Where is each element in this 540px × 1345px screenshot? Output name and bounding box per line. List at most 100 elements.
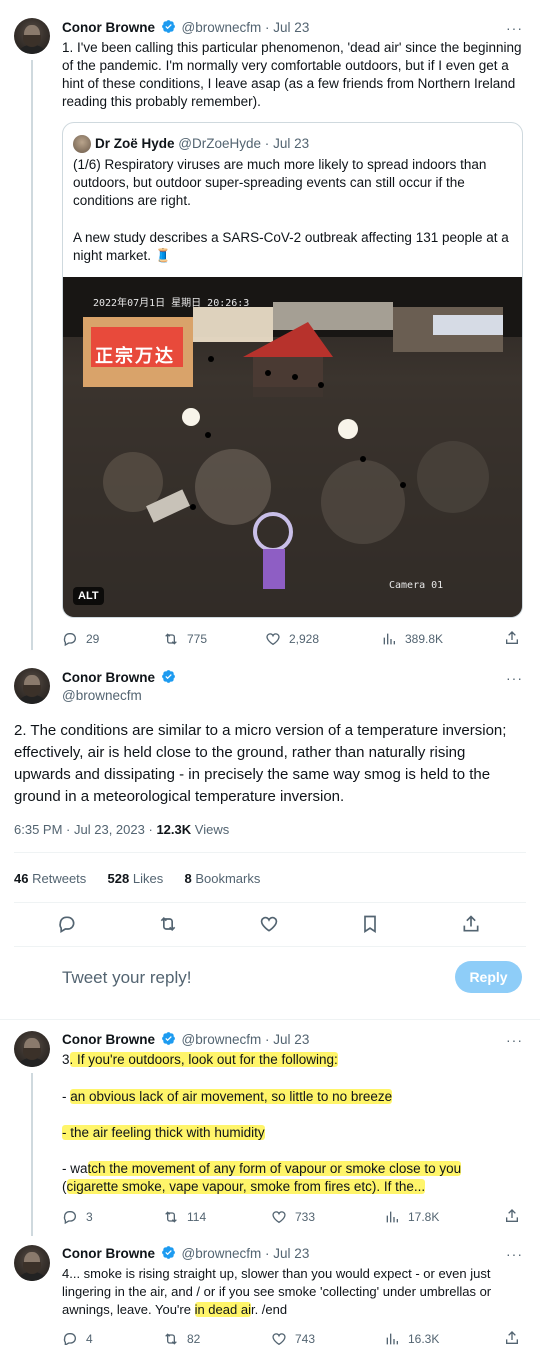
share-action[interactable] bbox=[504, 630, 528, 646]
reply-count: 4 bbox=[86, 1332, 93, 1345]
tweet-header: Conor Browne @brownecfm · Jul 23 bbox=[62, 1245, 309, 1263]
share-action[interactable] bbox=[504, 1208, 528, 1224]
like-action[interactable]: 733 bbox=[271, 1208, 315, 1226]
author-name[interactable]: Conor Browne bbox=[62, 20, 155, 35]
author-name[interactable]: Conor Browne bbox=[62, 1246, 155, 1261]
avatar-conor-browne[interactable] bbox=[14, 668, 50, 704]
author-handle[interactable]: @brownecfm bbox=[182, 20, 262, 35]
like-button[interactable] bbox=[259, 914, 279, 939]
heart-icon bbox=[272, 1333, 286, 1345]
tweet-date[interactable]: Jul 23 bbox=[273, 1032, 309, 1047]
retweet-count: 82 bbox=[187, 1332, 201, 1345]
tweet-date[interactable]: Jul 23 bbox=[273, 1246, 309, 1261]
like-count: 733 bbox=[295, 1210, 316, 1224]
avatar-conor-browne[interactable] bbox=[14, 18, 50, 54]
quote-author-handle[interactable]: @DrZoeHyde bbox=[178, 136, 261, 151]
author-handle[interactable]: @brownecfm bbox=[182, 1032, 262, 1047]
views-action[interactable]: 16.3K bbox=[384, 1330, 439, 1345]
views-action[interactable]: 17.8K bbox=[384, 1208, 439, 1226]
share-icon bbox=[506, 1331, 518, 1344]
reply-icon bbox=[63, 1333, 76, 1345]
like-action[interactable]: 2,928 bbox=[265, 630, 319, 648]
share-button[interactable] bbox=[461, 914, 481, 939]
reply-icon bbox=[59, 916, 75, 933]
quote-avatar[interactable] bbox=[73, 135, 91, 153]
tweet-line: - an obvious lack of air movement, so li… bbox=[62, 1088, 393, 1106]
bookmark-icon bbox=[364, 915, 376, 934]
tweet-time[interactable]: 6:35 PM bbox=[14, 822, 62, 837]
text-fragment: r. /end bbox=[250, 1302, 288, 1317]
author-name[interactable]: Conor Browne bbox=[62, 1032, 155, 1047]
verified-badge-icon bbox=[161, 20, 175, 33]
text-fragment: awnings, leave. You're bbox=[62, 1302, 195, 1317]
alt-badge[interactable]: ALT bbox=[73, 587, 104, 605]
reply-submit-button[interactable]: Reply bbox=[455, 961, 522, 993]
bookmark-button[interactable] bbox=[360, 914, 380, 939]
image-camera-label: Camera 01 bbox=[389, 580, 444, 591]
like-action[interactable]: 743 bbox=[271, 1330, 315, 1345]
retweet-action[interactable]: 775 bbox=[163, 630, 207, 648]
bookmarks-count: 8 bbox=[184, 871, 192, 886]
reply-action[interactable]: 3 bbox=[62, 1208, 93, 1226]
quote-date[interactable]: Jul 23 bbox=[273, 136, 309, 151]
image-sign-text: 正宗万达 bbox=[95, 346, 175, 366]
reply-input[interactable]: Tweet your reply! bbox=[62, 966, 432, 990]
author-name[interactable]: Conor Browne bbox=[62, 670, 155, 685]
reply-button[interactable] bbox=[57, 914, 77, 939]
divider bbox=[14, 852, 526, 853]
verified-badge-icon bbox=[161, 670, 175, 683]
market-scene bbox=[63, 277, 522, 617]
heart-icon bbox=[266, 633, 280, 646]
avatar-conor-browne[interactable] bbox=[14, 1245, 50, 1281]
verified-badge-icon bbox=[161, 1246, 175, 1259]
retweet-action[interactable]: 82 bbox=[163, 1330, 200, 1345]
highlighted-text: in dead ai bbox=[194, 1302, 251, 1317]
tweet-date[interactable]: Jul 23 bbox=[273, 20, 309, 35]
reply-count: 3 bbox=[86, 1210, 93, 1224]
verified-badge-icon bbox=[161, 1032, 175, 1045]
avatar-conor-browne[interactable] bbox=[14, 1031, 50, 1067]
author-handle[interactable]: @brownecfm bbox=[182, 1246, 262, 1261]
tweet-line: - the air feeling thick with humidity bbox=[62, 1124, 265, 1142]
divider bbox=[14, 946, 526, 947]
retweets-stat[interactable]: 46 Retweets bbox=[14, 871, 86, 886]
divider bbox=[0, 1019, 540, 1020]
author-handle[interactable]: @brownecfm bbox=[62, 687, 142, 705]
views-action[interactable]: 389.8K bbox=[381, 630, 443, 648]
night-market-image[interactable]: 2022年07月1日 星期日 20:26:3 正宗万达 Camera 01 AL… bbox=[63, 277, 522, 617]
divider bbox=[14, 902, 526, 903]
main-author-name-row: Conor Browne bbox=[62, 669, 178, 687]
more-options-icon[interactable]: ··· bbox=[506, 19, 523, 37]
reply-action[interactable]: 4 bbox=[62, 1330, 93, 1345]
retweet-icon bbox=[165, 1333, 177, 1345]
dot-separator: · bbox=[264, 136, 270, 151]
reply-action[interactable]: 29 bbox=[62, 630, 99, 648]
like-count: 743 bbox=[295, 1332, 316, 1345]
retweet-action[interactable]: 114 bbox=[163, 1208, 206, 1226]
like-count: 2,928 bbox=[289, 632, 320, 646]
retweets-count: 46 bbox=[14, 871, 29, 886]
views-icon bbox=[386, 1333, 398, 1345]
text-fragment: - wa bbox=[62, 1161, 88, 1176]
tweet-full-date[interactable]: Jul 23, 2023 bbox=[74, 822, 145, 837]
more-options-icon[interactable]: ··· bbox=[506, 1031, 523, 1049]
likes-label: Likes bbox=[132, 871, 164, 886]
likes-stat[interactable]: 528 Likes bbox=[108, 871, 164, 886]
quoted-tweet[interactable]: Dr Zoë Hyde @DrZoeHyde · Jul 23 (1/6) Re… bbox=[62, 122, 523, 618]
reply-icon bbox=[63, 1211, 76, 1225]
dot-separator: · bbox=[265, 20, 270, 35]
retweet-icon bbox=[165, 1211, 177, 1223]
retweet-button[interactable] bbox=[158, 914, 178, 939]
more-options-icon[interactable]: ··· bbox=[506, 1245, 523, 1263]
more-options-icon[interactable]: ··· bbox=[506, 669, 523, 687]
quote-header: Dr Zoë Hyde @DrZoeHyde · Jul 23 bbox=[95, 135, 309, 153]
bookmarks-stat[interactable]: 8 Bookmarks bbox=[184, 871, 260, 886]
heart-icon bbox=[260, 916, 278, 932]
highlighted-text: . If you're outdoors, look out for the f… bbox=[69, 1052, 338, 1067]
highlighted-text: tch the movement of any form of vapour o… bbox=[87, 1161, 462, 1176]
likes-count: 528 bbox=[107, 871, 130, 886]
share-action[interactable] bbox=[504, 1330, 528, 1345]
retweet-count: 775 bbox=[187, 632, 208, 646]
tweet-header: Conor Browne @brownecfm · Jul 23 bbox=[62, 1031, 309, 1049]
quote-author-name[interactable]: Dr Zoë Hyde bbox=[95, 136, 175, 151]
